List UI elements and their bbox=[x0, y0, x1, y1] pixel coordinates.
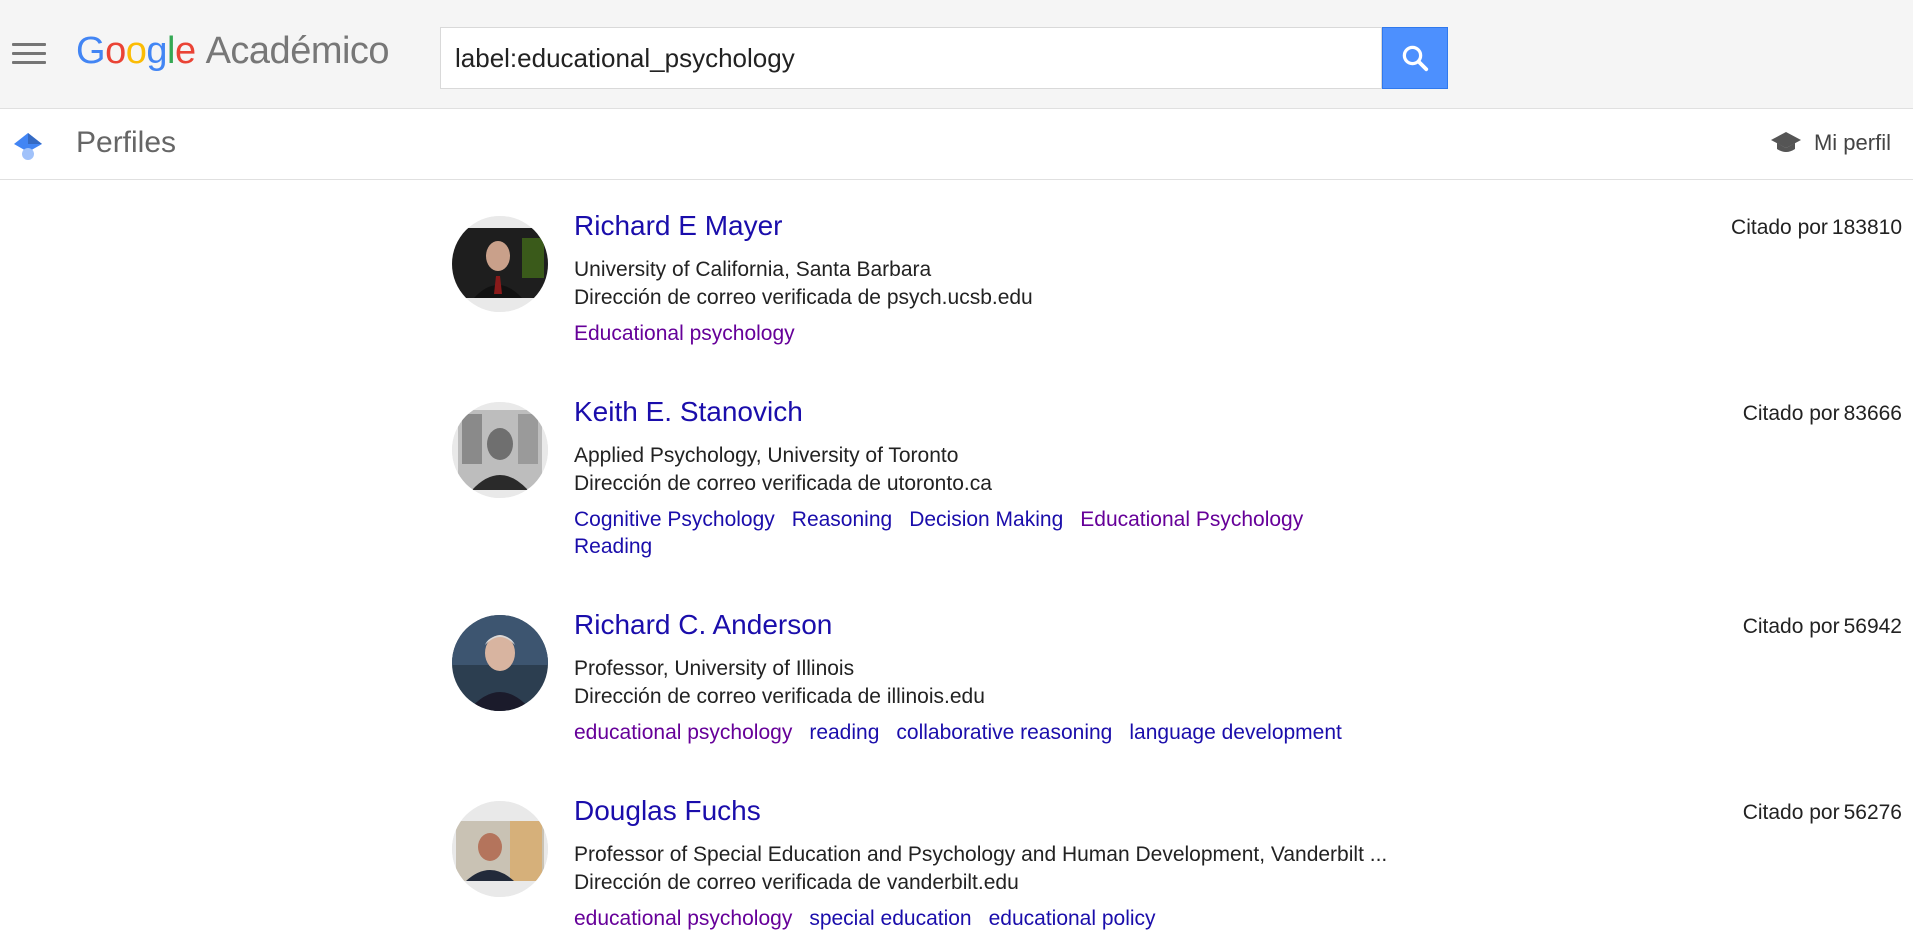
scholar-logo[interactable]: Google Académico bbox=[76, 30, 390, 73]
profile-email: Dirección de correo verificada de vander… bbox=[574, 871, 1019, 894]
cited-by-label: Citado por bbox=[1731, 216, 1828, 239]
cited-by-label: Citado por bbox=[1742, 615, 1840, 638]
profile-name[interactable]: Douglas Fuchs bbox=[574, 795, 761, 827]
interest-tag[interactable]: Educational Psychology bbox=[1080, 506, 1303, 533]
page-title: Perfiles bbox=[76, 126, 177, 159]
interest-tag[interactable]: language development bbox=[1129, 719, 1342, 746]
interest-tag[interactable]: collaborative reasoning bbox=[896, 719, 1112, 746]
cited-by-number: 183810 bbox=[1831, 216, 1902, 239]
search-icon bbox=[1402, 45, 1429, 72]
menu-icon[interactable] bbox=[12, 43, 46, 69]
search-input[interactable] bbox=[440, 27, 1382, 89]
cited-by-count[interactable]: Citado por 56942 bbox=[1743, 615, 1902, 639]
cited-by-label: Citado por bbox=[1742, 402, 1840, 425]
cited-by-number: 56276 bbox=[1843, 801, 1902, 824]
interest-tag[interactable]: Educational psychology bbox=[574, 320, 795, 347]
profiles-subbar: Perfiles Mi perfil bbox=[0, 110, 1913, 180]
avatar[interactable] bbox=[452, 402, 548, 498]
profile-name[interactable]: Richard C. Anderson bbox=[574, 609, 832, 641]
top-bar: Google Académico bbox=[0, 0, 1913, 109]
interest-tag[interactable]: special education bbox=[809, 905, 971, 932]
profile-affiliation: Professor, University of Illinois bbox=[574, 657, 855, 680]
graduation-cap-icon bbox=[14, 133, 42, 160]
profile-email: Dirección de correo verificada de utoron… bbox=[574, 472, 992, 495]
avatar[interactable] bbox=[452, 615, 548, 711]
profile-email: Dirección de correo verificada de psych.… bbox=[574, 286, 1033, 309]
my-profile-label: Mi perfil bbox=[1813, 130, 1891, 155]
avatar[interactable] bbox=[452, 801, 548, 897]
interest-tags: Educational psychology bbox=[574, 320, 1394, 347]
profile-name[interactable]: Richard E Mayer bbox=[574, 210, 783, 242]
avatar[interactable] bbox=[452, 216, 548, 312]
logo-product-label: Académico bbox=[205, 30, 390, 72]
interest-tags: Cognitive Psychology Reasoning Decision Ma… bbox=[574, 506, 1394, 560]
profile-affiliation: Applied Psychology, University of Toront… bbox=[574, 444, 959, 467]
interest-tag[interactable]: Cognitive Psychology bbox=[574, 506, 775, 533]
interest-tag[interactable]: educational policy bbox=[989, 905, 1156, 932]
profile-name[interactable]: Keith E. Stanovich bbox=[574, 396, 803, 428]
cited-by-number: 56942 bbox=[1843, 615, 1902, 638]
profile-affiliation: Professor of Special Education and Psych… bbox=[574, 843, 1388, 866]
cited-by-number: 83666 bbox=[1843, 402, 1902, 425]
profile-affiliation: University of California, Santa Barbara bbox=[574, 258, 932, 281]
interest-tags: educational psychology special education e… bbox=[574, 905, 1394, 932]
interest-tag[interactable]: educational psychology bbox=[574, 905, 792, 932]
graduation-cap-icon bbox=[1770, 132, 1801, 152]
search-button[interactable] bbox=[1382, 27, 1448, 89]
my-profile-button[interactable]: Mi perfil bbox=[1770, 130, 1891, 156]
interest-tag[interactable]: educational psychology bbox=[574, 719, 792, 746]
interest-tag[interactable]: Reading bbox=[574, 533, 652, 560]
interest-tags: educational psychology reading collaborati… bbox=[574, 719, 1394, 746]
interest-tag[interactable]: reading bbox=[809, 719, 879, 746]
interest-tag[interactable]: Decision Making bbox=[909, 506, 1063, 533]
cited-by-count[interactable]: Citado por 183810 bbox=[1731, 216, 1902, 240]
cited-by-count[interactable]: Citado por 83666 bbox=[1743, 402, 1902, 426]
cited-by-count[interactable]: Citado por 56276 bbox=[1743, 801, 1902, 825]
interest-tag[interactable]: Reasoning bbox=[792, 506, 892, 533]
cited-by-label: Citado por bbox=[1742, 801, 1840, 824]
profile-email: Dirección de correo verificada de illino… bbox=[574, 685, 985, 708]
